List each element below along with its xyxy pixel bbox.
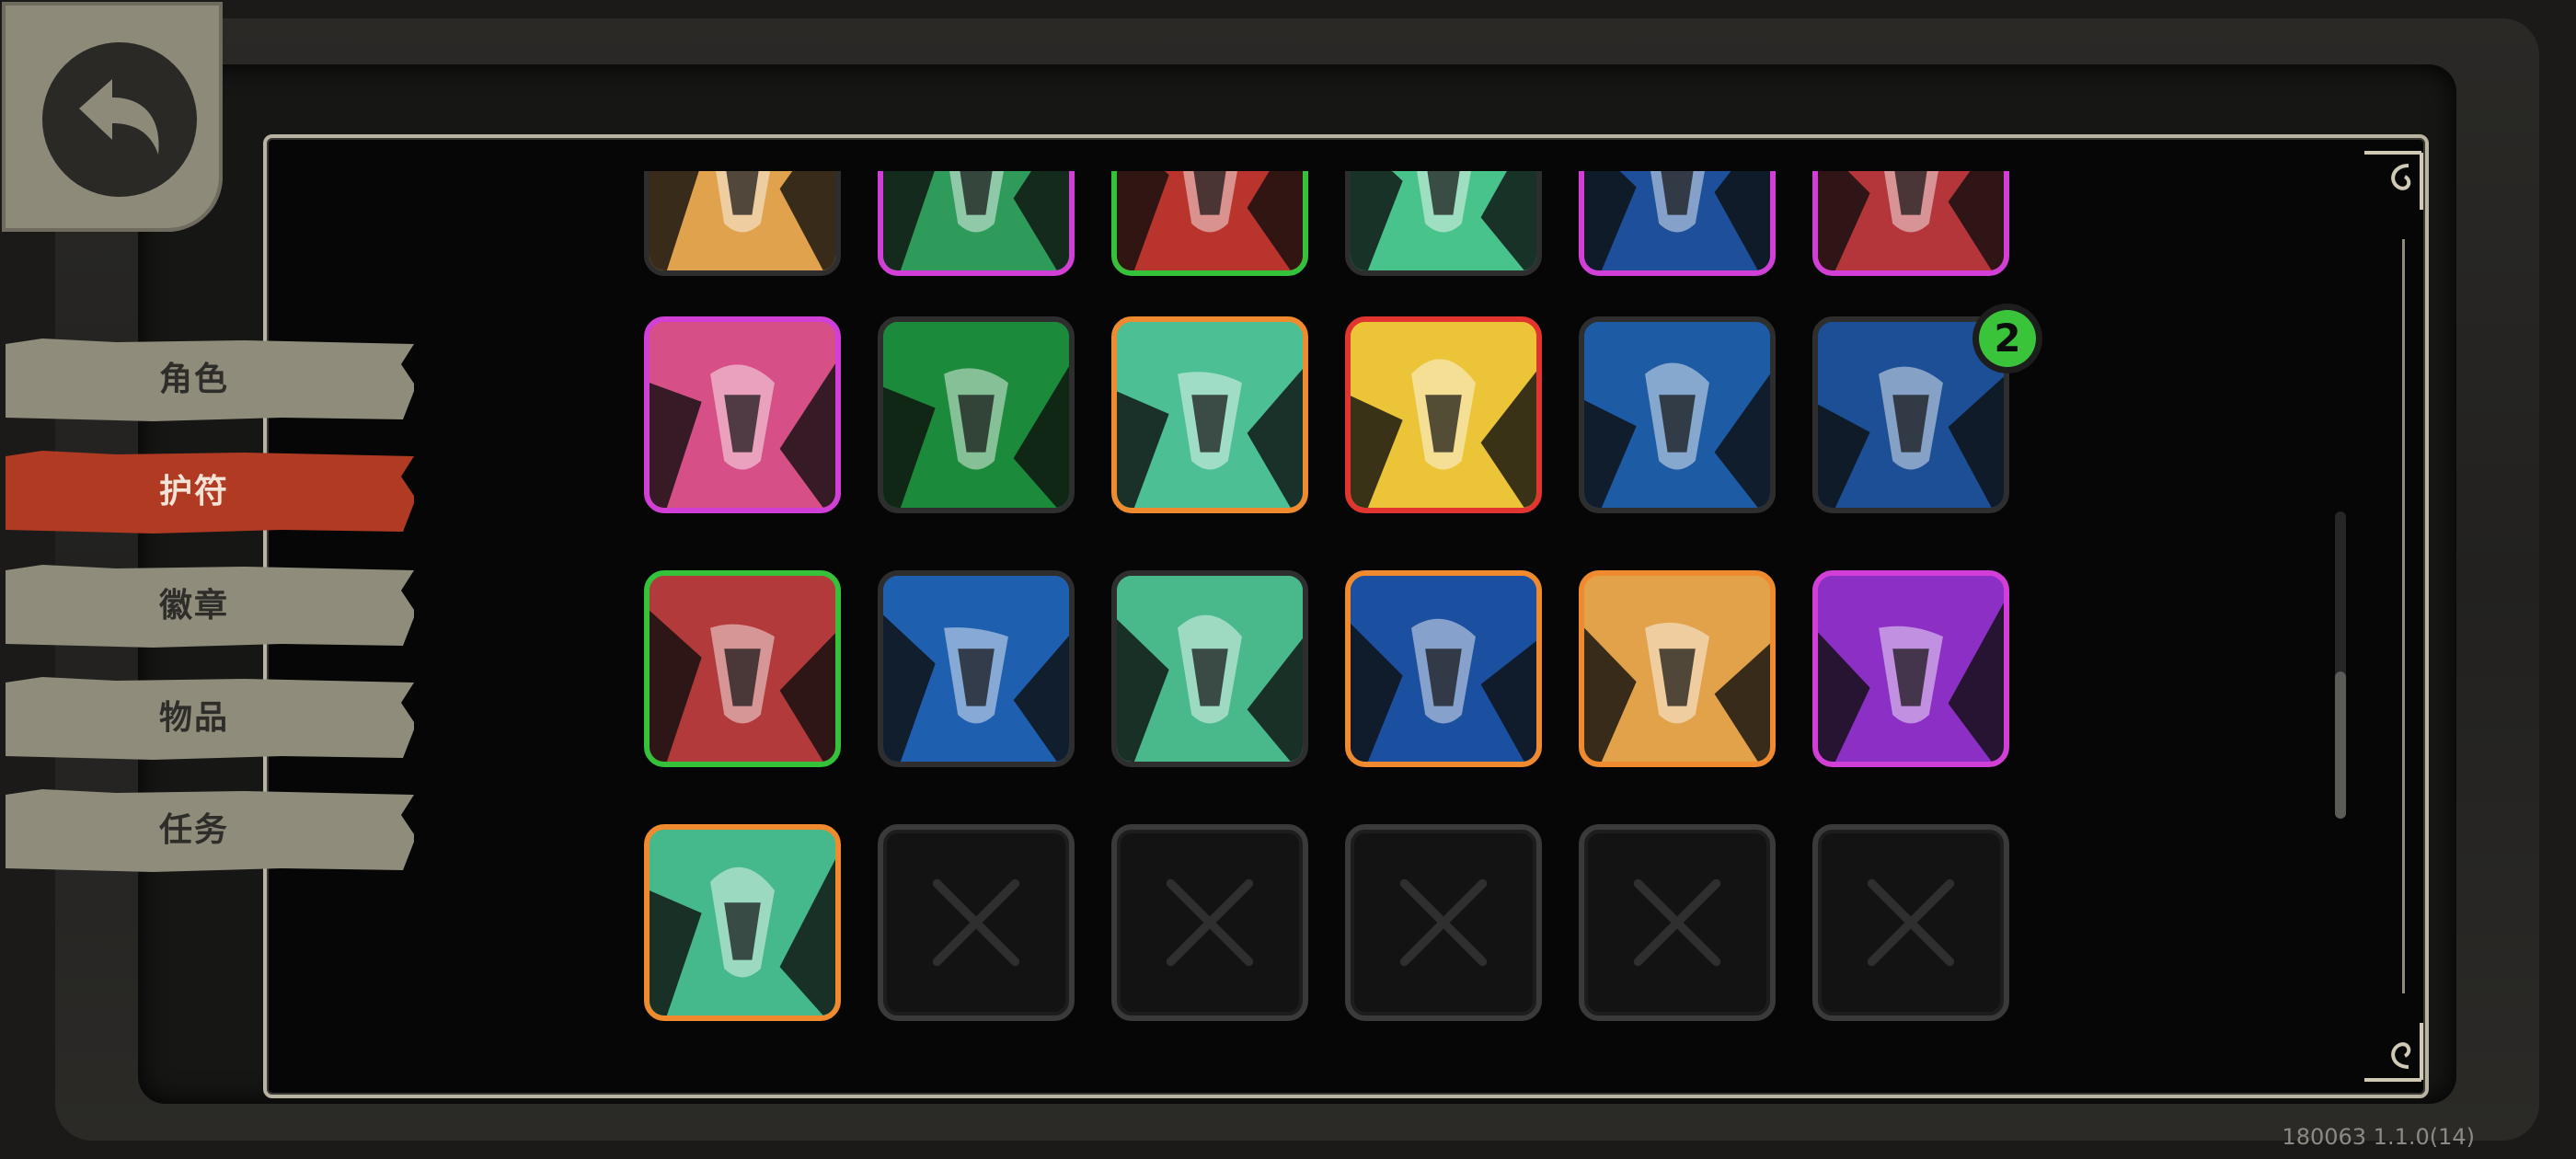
tab-label: 物品 [158,699,229,737]
tab-label: 任务 [158,811,229,849]
empty-slot-icon [1166,878,1254,967]
tab-character[interactable]: 角色 [6,339,414,421]
arrow-trees-charm-icon [1351,322,1536,508]
charm-slot[interactable] [1579,171,1776,276]
charm-slot[interactable] [1812,570,2009,767]
green-fang-charm-icon [883,322,1069,508]
charm-slot[interactable] [1345,171,1542,276]
charm-slot[interactable] [644,171,841,276]
purple-bone-charm-icon [1117,322,1303,508]
charm-slot[interactable] [644,316,841,513]
red-ribbon-charm-icon [650,576,835,762]
charm-slot[interactable] [1345,316,1542,513]
tab-item[interactable]: 物品 [6,677,414,760]
charm-slot[interactable] [878,171,1075,276]
tab-badge[interactable]: 徽章 [6,565,414,648]
charm-slot[interactable] [644,570,841,767]
panel-side-rule [2402,239,2405,993]
back-button[interactable] [2,2,223,232]
charm-slot[interactable] [878,316,1075,513]
running-figure-charm-icon [1351,576,1536,762]
back-arrow-icon [42,42,197,197]
golden-bullet-charm-icon [1117,576,1303,762]
count-badge: 2 [1972,304,2042,373]
corner-ornament-icon [2364,1023,2423,1082]
scrollbar-thumb[interactable] [2335,671,2346,819]
green-wind-charm-icon [650,830,835,1016]
ice-hand-charm-icon [883,576,1069,762]
empty-slot-icon [932,878,1020,967]
purple-crown-charm-icon [1818,576,2004,762]
empty-slot-icon [1867,878,1955,967]
charm-slot[interactable] [1345,570,1542,767]
pointing-fist-charm-icon [650,322,835,508]
empty-slot-icon [1399,878,1488,967]
lightning-orb-charm-icon [1584,322,1770,508]
crystal-shard-charm-icon [1584,576,1770,762]
empty-charm-slot [1345,824,1542,1021]
charm-slot[interactable] [1111,316,1308,513]
tab-quest[interactable]: 任务 [6,789,414,872]
empty-charm-slot [1812,824,2009,1021]
dagger-charm-icon [1117,171,1303,270]
charm-slot[interactable] [1579,570,1776,767]
tab-label: 徽章 [158,587,229,625]
empty-charm-slot [878,824,1075,1021]
charm-slot[interactable] [878,570,1075,767]
charm-slot[interactable] [644,824,841,1021]
empty-charm-slot [1579,824,1776,1021]
tab-charm[interactable]: 护符 [6,451,414,534]
version-label: 180063 1.1.0(14) [2282,1124,2475,1150]
green-spikes-charm-icon [1351,171,1536,270]
tab-label: 角色 [158,361,229,398]
empty-charm-slot [1111,824,1308,1021]
charm-slot[interactable] [1812,171,2009,276]
green-blade-charm-icon [883,171,1069,270]
charm-slot[interactable] [1111,171,1308,276]
red-flame-charm-icon [1818,171,2004,270]
orange-claw-charm-icon [650,171,835,270]
blue-lightning-charm-icon [1584,171,1770,270]
charm-grid [644,171,2061,1036]
charm-slot[interactable] [1579,316,1776,513]
empty-slot-icon [1633,878,1721,967]
charm-slot[interactable] [1111,570,1308,767]
tab-label: 护符 [158,473,229,511]
corner-ornament-icon [2364,151,2423,210]
